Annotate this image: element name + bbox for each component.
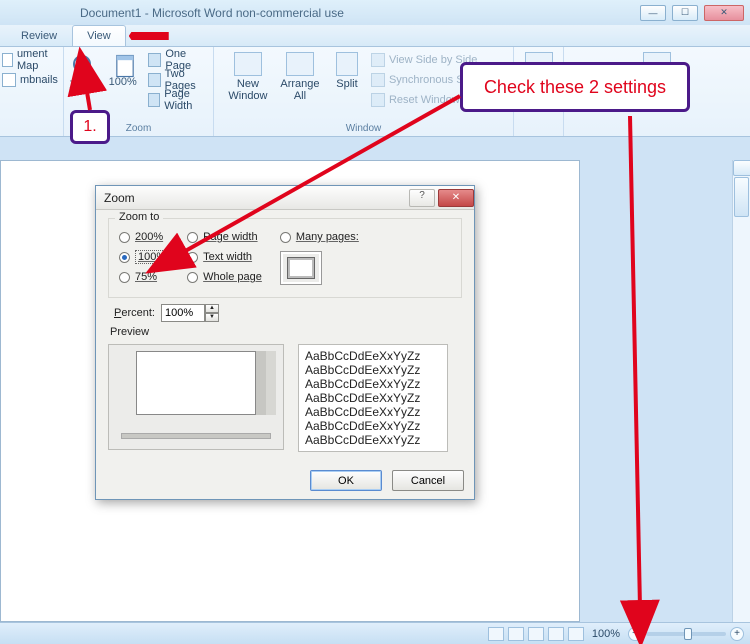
docmap-checkbox[interactable]: ument Map: [2, 50, 58, 70]
page-icon: [111, 52, 135, 76]
split-button[interactable]: Split: [329, 50, 365, 110]
dialog-title: Zoom: [104, 191, 135, 205]
annotation-step-1: 1.: [70, 110, 110, 144]
radio-page-width[interactable]: Page width: [187, 227, 262, 247]
split-icon: [336, 52, 358, 76]
view-draft-button[interactable]: [568, 627, 584, 641]
arrange-icon: [286, 52, 314, 76]
arrange-all-button[interactable]: Arrange All: [277, 50, 323, 110]
view-web-layout-button[interactable]: [528, 627, 544, 641]
new-window-icon: [234, 52, 262, 76]
ribbon-tabstrip: Review View: [0, 25, 750, 47]
scroll-up-button[interactable]: ▲: [733, 160, 750, 176]
zoom-slider-thumb[interactable]: [684, 628, 692, 640]
zoom-100-button[interactable]: 100%: [105, 50, 140, 110]
two-pages-button[interactable]: Two Pages: [148, 70, 211, 90]
close-button[interactable]: ✕: [704, 5, 744, 21]
dialog-close-button[interactable]: ✕: [438, 189, 474, 207]
vertical-scrollbar[interactable]: ▲: [732, 160, 750, 622]
percent-up[interactable]: ▲: [205, 304, 219, 313]
percent-input[interactable]: [161, 304, 205, 322]
zoom-dialog: Zoom ? ✕ Zoom to 200% 100% 75% Page widt…: [95, 185, 475, 500]
radio-100[interactable]: 100%: [119, 247, 169, 267]
radio-200[interactable]: 200%: [119, 227, 169, 247]
cancel-button[interactable]: Cancel: [392, 470, 464, 491]
zoom-percentage[interactable]: 100%: [588, 628, 624, 640]
view-fullscreen-button[interactable]: [508, 627, 524, 641]
scroll-thumb[interactable]: [734, 177, 749, 217]
preview-sample-text: AaBbCcDdEeXxYyZzAaBbCcDdEeXxYyZzAaBbCcDd…: [298, 344, 448, 452]
tab-review[interactable]: Review: [6, 25, 72, 46]
status-bar: 100% − +: [0, 622, 750, 644]
zoom-to-group: Zoom to 200% 100% 75% Page width Text wi…: [108, 218, 462, 298]
radio-75[interactable]: 75%: [119, 267, 169, 287]
window-group-label: Window: [214, 123, 513, 134]
radio-text-width[interactable]: Text width: [187, 247, 262, 267]
radio-whole-page[interactable]: Whole page: [187, 267, 262, 287]
percent-label: Percent:: [114, 307, 155, 319]
view-outline-button[interactable]: [548, 627, 564, 641]
annotation-check-settings: Check these 2 settings: [460, 62, 690, 112]
preview-monitor: [108, 344, 284, 450]
zoom-button-label: Zoom: [66, 79, 101, 91]
view-print-layout-button[interactable]: [488, 627, 504, 641]
percent-spinner[interactable]: ▲▼: [161, 304, 219, 322]
magnifier-icon: [70, 52, 98, 80]
ok-button[interactable]: OK: [310, 470, 382, 491]
dialog-help-button[interactable]: ?: [409, 189, 435, 207]
zoom-in-button[interactable]: +: [730, 627, 744, 641]
one-page-button[interactable]: One Page: [148, 50, 211, 70]
zoom-to-legend: Zoom to: [115, 211, 163, 223]
new-window-button[interactable]: New Window: [225, 50, 271, 110]
window-title: Document1 - Microsoft Word non-commercia…: [80, 6, 344, 20]
zoom-out-button[interactable]: −: [628, 627, 642, 641]
page-width-button[interactable]: Page Width: [148, 90, 211, 110]
percent-down[interactable]: ▼: [205, 313, 219, 322]
thumbnails-checkbox[interactable]: mbnails: [2, 70, 58, 90]
many-pages-picker[interactable]: [280, 251, 322, 285]
zoom-slider[interactable]: [646, 632, 726, 636]
dialog-titlebar[interactable]: Zoom ? ✕: [96, 186, 474, 210]
preview-label: Preview: [110, 326, 462, 338]
tab-view[interactable]: View: [72, 25, 126, 46]
radio-many-pages[interactable]: Many pages:: [280, 227, 359, 247]
zoom-button[interactable]: Zoom: [66, 50, 101, 110]
zoom-100-label: 100%: [105, 76, 140, 88]
minimize-button[interactable]: —: [640, 5, 666, 21]
maximize-button[interactable]: ☐: [672, 5, 698, 21]
window-titlebar: Document1 - Microsoft Word non-commercia…: [0, 0, 750, 25]
